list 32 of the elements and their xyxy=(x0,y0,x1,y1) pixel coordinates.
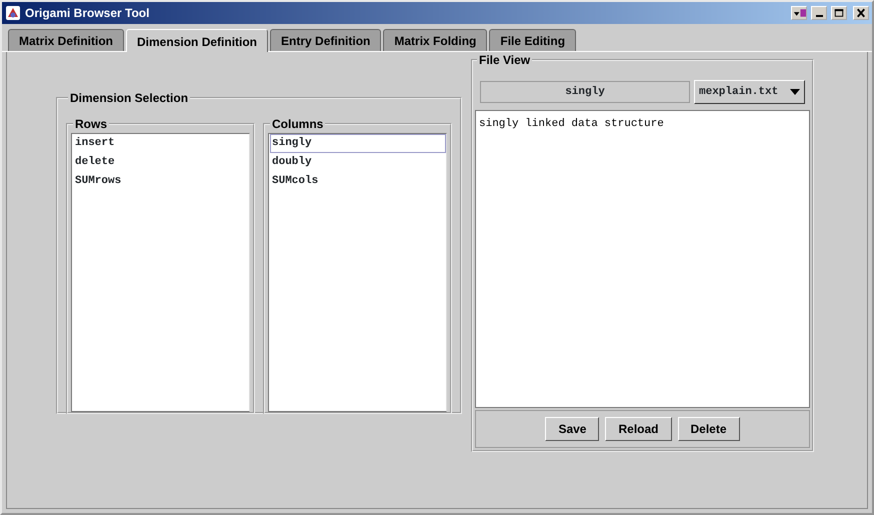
dropdown-arrow-icon xyxy=(790,89,800,95)
window-button[interactable] xyxy=(811,6,827,20)
window-button[interactable] xyxy=(853,6,869,20)
list-item[interactable]: insert xyxy=(73,134,249,153)
window-title: Origami Browser Tool xyxy=(25,5,150,22)
tab[interactable]: Matrix Folding xyxy=(383,29,488,51)
tab[interactable]: Dimension Definition xyxy=(126,29,268,52)
action-button[interactable]: Reload xyxy=(605,416,672,442)
tab[interactable]: Entry Definition xyxy=(270,29,382,51)
maximize-icon xyxy=(832,7,846,19)
action-button[interactable]: Save xyxy=(545,416,600,442)
close-icon xyxy=(854,7,868,19)
tab[interactable]: File Editing xyxy=(489,29,576,51)
action-button[interactable]: Delete xyxy=(678,416,740,442)
list-item[interactable]: delete xyxy=(73,153,249,172)
list-item[interactable]: SUMrows xyxy=(73,172,249,191)
group-title: File View xyxy=(478,54,532,66)
menu-icon xyxy=(792,7,806,19)
list-item[interactable]: doubly xyxy=(270,153,446,172)
window-button[interactable] xyxy=(791,6,807,20)
group-title: Dimension Selection xyxy=(69,92,190,104)
app-icon xyxy=(5,5,21,21)
dimension-label: singly xyxy=(480,81,690,103)
file-dropdown[interactable]: mexplain.txt xyxy=(694,80,805,104)
tab[interactable]: Matrix Definition xyxy=(8,29,124,51)
window-button[interactable] xyxy=(831,6,847,20)
list-item[interactable]: SUMcols xyxy=(270,172,446,191)
list-item[interactable]: singly xyxy=(270,134,446,153)
text-area[interactable]: singly linked data structure xyxy=(475,110,810,408)
group-title: Columns xyxy=(271,118,324,130)
minimize-icon xyxy=(816,15,822,17)
group-title: Rows xyxy=(74,118,108,130)
